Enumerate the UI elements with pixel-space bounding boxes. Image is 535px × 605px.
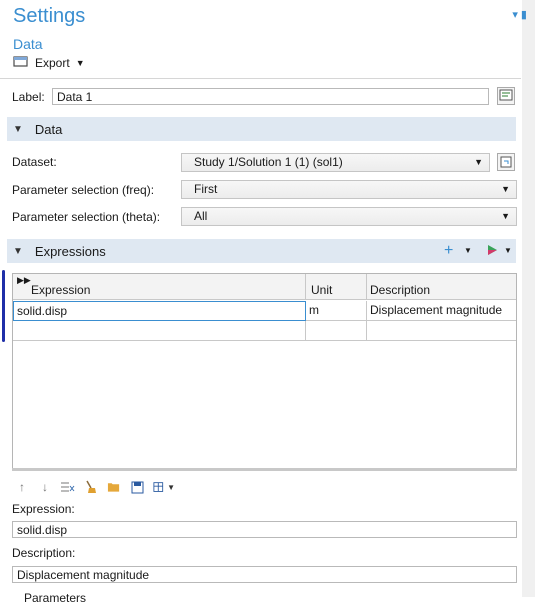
chevron-down-icon: ▼ <box>75 58 85 68</box>
label-field[interactable]: Data 1 <box>52 88 489 105</box>
export-button[interactable]: Export ▼ <box>13 55 85 71</box>
param-freq-label: Parameter selection (freq): <box>12 183 155 197</box>
param-freq-value: First <box>194 182 218 196</box>
param-theta-label: Parameter selection (theta): <box>12 210 161 224</box>
column-header-description-label: Description <box>370 283 431 297</box>
table-row-empty[interactable] <box>367 321 516 341</box>
divider <box>0 78 521 79</box>
delete-icon[interactable] <box>61 480 75 494</box>
table-row-description[interactable]: Displacement magnitude <box>367 301 516 321</box>
add-expression-icon[interactable]: + <box>444 242 453 260</box>
load-from-file-icon[interactable] <box>107 480 121 494</box>
chevron-down-icon: ▼ <box>501 211 510 221</box>
collapse-icon: ▼ <box>13 245 23 257</box>
param-theta-select[interactable]: All ▼ <box>181 207 517 226</box>
column-header-unit-label: Unit <box>311 283 333 297</box>
table-row-expression[interactable]: solid.disp <box>13 301 306 321</box>
parameters-section-header[interactable]: Parameters <box>12 591 86 605</box>
dataset-select[interactable]: Study 1/Solution 1 (1) (sol1) ▼ <box>181 153 490 172</box>
table-row-empty[interactable] <box>13 321 306 341</box>
label-options-icon[interactable] <box>497 87 515 105</box>
clear-table-icon[interactable] <box>84 480 98 494</box>
parameters-label: Parameters <box>24 591 87 605</box>
chevron-down-icon[interactable]: ▼ <box>504 246 512 255</box>
save-to-file-icon[interactable] <box>130 480 144 494</box>
data-section-title: Data <box>34 121 63 137</box>
expand-icon[interactable]: ▶▶ <box>17 275 31 286</box>
table-resize-handle[interactable] <box>12 468 517 471</box>
vertical-scrollbar[interactable] <box>522 0 535 597</box>
expressions-table[interactable]: ▶▶ Expression Unit Description solid.dis… <box>12 273 517 471</box>
column-header-expression-label: Expression <box>31 283 91 297</box>
collapse-icon: ▼ <box>13 123 23 135</box>
chevron-down-icon[interactable]: ▼ <box>464 246 472 255</box>
table-toolbar: ↑ ↓ ▼ <box>15 480 175 494</box>
export-icon <box>13 55 29 71</box>
move-down-icon[interactable]: ↓ <box>38 480 52 494</box>
table-row-empty[interactable] <box>306 321 367 341</box>
goto-source-icon[interactable] <box>497 153 515 171</box>
description-field[interactable]: Displacement magnitude <box>12 566 517 583</box>
expressions-section-title: Expressions <box>34 243 106 259</box>
description-caption: Description: <box>12 546 76 560</box>
table-row-unit[interactable]: m <box>306 301 367 321</box>
panel-options-icon[interactable]: ▾ ▮ <box>512 8 527 21</box>
table-layout-icon[interactable]: ▼ <box>153 480 175 494</box>
page-title: Settings <box>13 5 86 27</box>
label-caption: Label: <box>12 90 45 104</box>
export-label: Export <box>35 56 70 70</box>
replace-expression-icon[interactable] <box>487 244 499 259</box>
node-type-label: Data <box>13 36 43 52</box>
dataset-label: Dataset: <box>12 155 57 169</box>
column-header-unit[interactable]: Unit <box>306 274 367 300</box>
scribble-mark <box>2 270 5 342</box>
chevron-down-icon: ▼ <box>167 482 175 492</box>
chevron-down-icon: ▼ <box>474 157 483 167</box>
column-header-description[interactable]: Description <box>367 274 516 300</box>
dataset-value: Study 1/Solution 1 (1) (sol1) <box>194 155 343 169</box>
chevron-down-icon: ▼ <box>501 184 510 194</box>
column-header-expression[interactable]: ▶▶ Expression <box>13 274 306 300</box>
expression-field[interactable]: solid.disp <box>12 521 517 538</box>
expression-caption: Expression: <box>12 502 75 516</box>
expressions-section-header[interactable]: ▼ Expressions <box>7 239 516 263</box>
data-section-header[interactable]: ▼ Data <box>7 117 516 141</box>
param-freq-select[interactable]: First ▼ <box>181 180 517 199</box>
param-theta-value: All <box>194 209 208 223</box>
move-up-icon[interactable]: ↑ <box>15 480 29 494</box>
